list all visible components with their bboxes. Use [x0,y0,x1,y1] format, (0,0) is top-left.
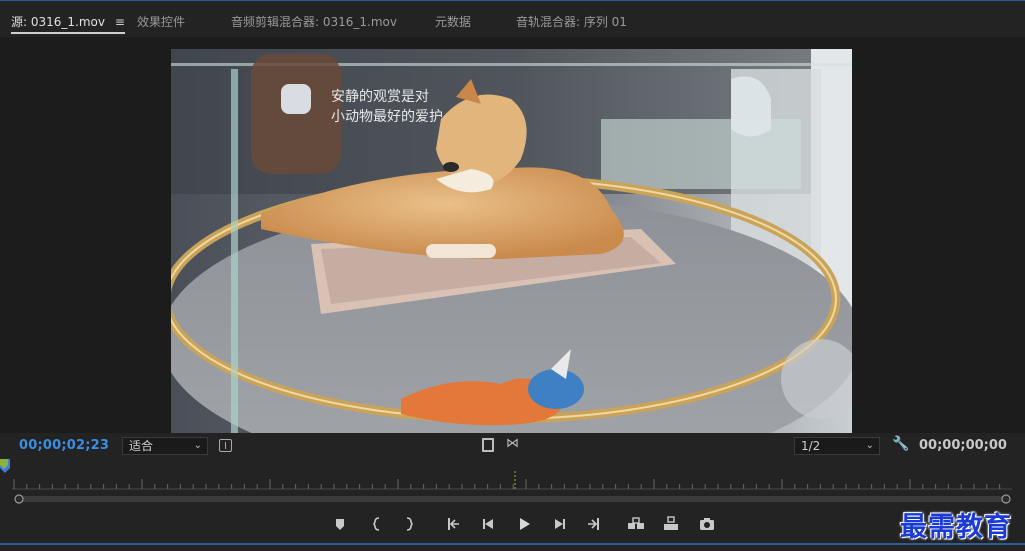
wrench-icon[interactable]: 🔧 [892,436,909,452]
zoom-fit-value: 适合 [129,439,154,453]
video-frame: 安静的观赏是对 小动物最好的爱护 [171,49,852,433]
watermark-logo: 最需教育 [900,512,1012,543]
play-icon[interactable] [514,514,534,534]
playback-resolution-select[interactable]: 1/2 ⌄ [794,437,880,455]
mark-in-icon[interactable] [367,514,387,534]
go-to-in-icon[interactable] [444,514,464,534]
insert-icon[interactable] [626,514,646,534]
tab-audio-track-mixer[interactable]: 音轨混合器: 序列 01 [516,14,627,34]
overwrite-icon[interactable] [661,514,681,534]
zoom-fit-select[interactable]: 适合 ⌄ [122,437,208,455]
drag-audio-only-icon[interactable]: ⋈ [506,436,519,451]
zoom-handle-left[interactable] [14,494,24,504]
panel-tab-bar: 源: 0316_1.mov ≡ 效果控件 音频剪辑混合器: 0316_1.mov… [0,10,1025,36]
playhead-timecode[interactable]: 00;00;02;23 [19,438,109,453]
tab-source[interactable]: 源: 0316_1.mov ≡ [11,14,125,34]
tab-audio-clip-mixer[interactable]: 音频剪辑混合器: 0316_1.mov [231,14,397,34]
step-back-icon[interactable] [479,514,499,534]
video-frame-image: 安静的观赏是对 小动物最好的爱护 [171,49,852,433]
tab-effect-controls[interactable]: 效果控件 [137,14,185,34]
mark-out-icon[interactable] [399,514,419,534]
enclosure-notice-line1: 安静的观赏是对 [331,89,429,105]
bottom-frame [0,543,1025,545]
safe-margins-icon[interactable] [219,439,232,452]
zoom-handle-right[interactable] [1001,494,1011,504]
panel-menu-icon[interactable]: ≡ [115,14,125,30]
marker-flag-icon[interactable] [0,459,8,469]
chevron-down-icon: ⌄ [193,440,202,451]
chevron-down-icon: ⌄ [865,440,874,451]
tab-source-label: 源: 0316_1.mov [11,15,105,29]
marker-icon[interactable] [330,514,350,534]
tab-metadata[interactable]: 元数据 [435,14,471,34]
source-monitor: 安静的观赏是对 小动物最好的爱护 [0,37,1025,433]
transport-controls [0,510,1025,538]
duration-timecode: 00;00;00;00 [919,438,1007,453]
ruler-ticks [12,471,1012,504]
monitor-controls-row: 00;00;02;23 适合 ⌄ ⋈ 1/2 ⌄ 🔧 00;00;00;00 [0,433,1025,459]
drag-video-only-icon[interactable] [482,438,494,452]
enclosure-notice-line2: 小动物最好的爱护 [331,109,443,125]
export-frame-icon[interactable] [697,514,717,534]
timeline-ruler[interactable] [0,459,1025,507]
playback-resolution-value: 1/2 [801,439,821,453]
go-to-out-icon[interactable] [583,514,603,534]
step-forward-icon[interactable] [549,514,569,534]
top-frame [0,0,1025,10]
